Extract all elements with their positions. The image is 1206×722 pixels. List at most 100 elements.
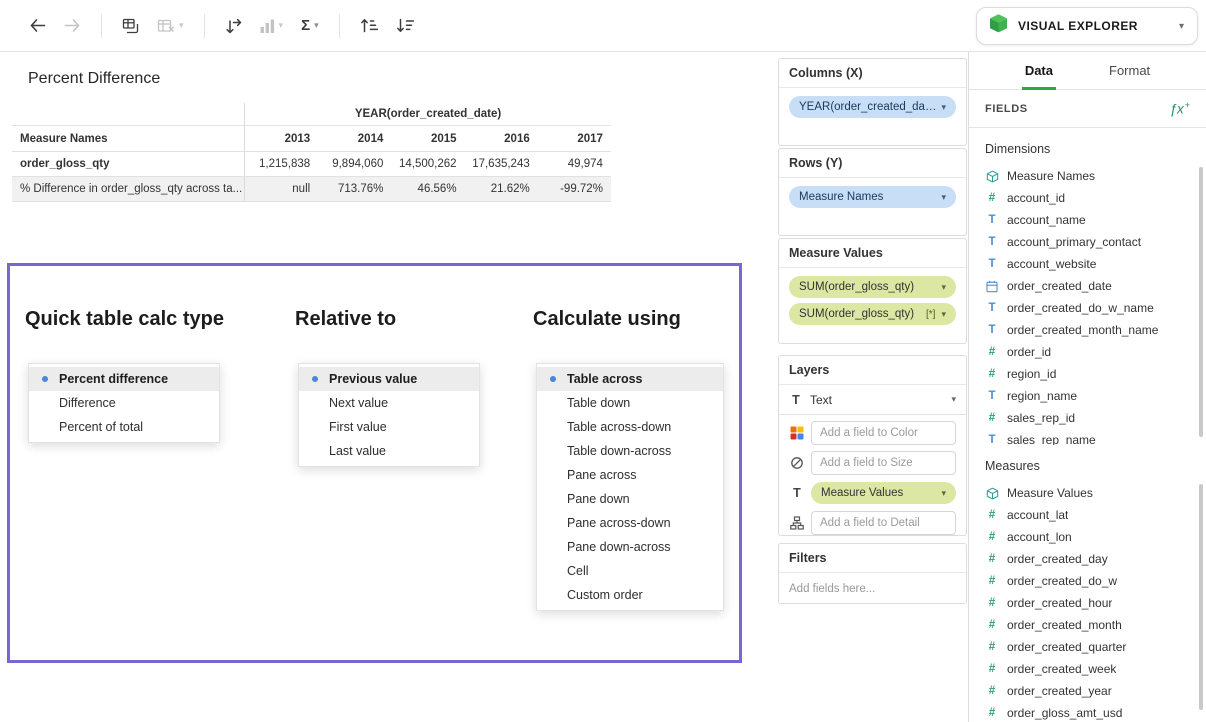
pill-label: Measure Names <box>799 191 937 203</box>
rows-pill[interactable]: Measure Names ▾ <box>789 186 956 208</box>
calc-option[interactable]: Cell <box>537 559 723 583</box>
calc-option[interactable]: Table across <box>537 367 723 391</box>
viz-title: Percent Difference <box>28 70 160 88</box>
field-item-account_lon[interactable]: #account_lon <box>969 526 1206 548</box>
number-icon: # <box>985 641 999 653</box>
field-item-Measure Values[interactable]: Measure Values <box>969 482 1206 504</box>
calc-option[interactable]: Previous value <box>299 367 479 391</box>
calc-option[interactable]: Difference <box>29 391 219 415</box>
pill-label: SUM(order_gloss_qty) <box>799 281 937 293</box>
calc-option[interactable]: Custom order <box>537 583 723 607</box>
table-value-cell: 1,215,838 <box>245 152 318 176</box>
field-label: account_id <box>1007 191 1065 205</box>
relative-to-list: Previous valueNext valueFirst valueLast … <box>298 363 480 467</box>
number-icon: # <box>985 346 999 358</box>
caret-down-icon: ▾ <box>941 282 946 293</box>
columns-shelf-dropzone[interactable]: YEAR(order_created_date) ▾ <box>779 88 966 126</box>
field-item-order_created_do_w_name[interactable]: Torder_created_do_w_name <box>969 297 1206 319</box>
measure-values-title: Measure Values <box>779 239 966 268</box>
measure-pill-1[interactable]: SUM(order_gloss_qty) ▾ <box>789 276 956 298</box>
field-item-order_gloss_amt_usd[interactable]: #order_gloss_amt_usd <box>969 702 1206 722</box>
field-item-order_created_quarter[interactable]: #order_created_quarter <box>969 636 1206 658</box>
cube-icon <box>985 487 999 500</box>
field-item-account_website[interactable]: Taccount_website <box>969 253 1206 275</box>
field-item-account_name[interactable]: Taccount_name <box>969 209 1206 231</box>
layer-text-pill[interactable]: Measure Values▾ <box>811 482 956 504</box>
field-item-order_created_week[interactable]: #order_created_week <box>969 658 1206 680</box>
chevron-down-icon: ▾ <box>1167 21 1184 32</box>
field-item-account_id[interactable]: #account_id <box>969 187 1206 209</box>
layer-type-select[interactable]: T Text ▾ <box>779 385 966 414</box>
measure-values-dropzone[interactable]: SUM(order_gloss_qty) ▾ SUM(order_gloss_q… <box>779 268 966 333</box>
pill-badge: [*] <box>926 309 935 320</box>
field-item-order_id[interactable]: #order_id <box>969 341 1206 363</box>
field-item-sales_rep_name[interactable]: Tsales_rep_name <box>969 429 1206 445</box>
pill-label: YEAR(order_created_date) <box>799 101 937 113</box>
field-item-order_created_date[interactable]: order_created_date <box>969 275 1206 297</box>
measure-pill-2[interactable]: SUM(order_gloss_qty) [*] ▾ <box>789 303 956 325</box>
back-button[interactable] <box>20 10 55 42</box>
filters-shelf: Filters Add fields here... <box>778 543 967 604</box>
chart-type-button: ▾ <box>251 10 293 42</box>
field-label: sales_rep_name <box>1007 433 1096 445</box>
calc-option[interactable]: Pane down-across <box>537 535 723 559</box>
field-item-region_id[interactable]: #region_id <box>969 363 1206 385</box>
field-item-region_name[interactable]: Tregion_name <box>969 385 1206 407</box>
layer-detail-dropzone[interactable]: Add a field to Detail <box>811 511 956 535</box>
calc-option[interactable]: Last value <box>299 439 479 463</box>
calc-option[interactable]: Pane across-down <box>537 511 723 535</box>
aggregate-button[interactable]: Σ▾ <box>292 10 328 42</box>
field-item-order_created_do_w[interactable]: #order_created_do_w <box>969 570 1206 592</box>
field-item-order_created_month_name[interactable]: Torder_created_month_name <box>969 319 1206 341</box>
forward-button <box>55 10 90 42</box>
rows-shelf-title: Rows (Y) <box>779 149 966 178</box>
rows-shelf: Rows (Y) Measure Names ▾ <box>778 148 967 236</box>
calc-option[interactable]: Table down-across <box>537 439 723 463</box>
number-icon: # <box>985 619 999 631</box>
number-icon: # <box>985 509 999 521</box>
swap-axes-button[interactable] <box>216 10 251 42</box>
filters-dropzone[interactable]: Add fields here... <box>779 573 966 605</box>
calc-option[interactable]: Table across-down <box>537 415 723 439</box>
layer-target-row: Add a field to Detail <box>789 511 956 535</box>
field-item-order_created_hour[interactable]: #order_created_hour <box>969 592 1206 614</box>
layer-size-dropzone[interactable]: Add a field to Size <box>811 451 956 475</box>
scrollbar-thumb[interactable] <box>1199 484 1203 710</box>
calc-option[interactable]: Table down <box>537 391 723 415</box>
layers-title: Layers <box>779 356 966 385</box>
add-formula-icon[interactable]: ƒx <box>1169 101 1190 116</box>
field-item-order_created_year[interactable]: #order_created_year <box>969 680 1206 702</box>
field-item-order_created_month[interactable]: #order_created_month <box>969 614 1206 636</box>
app-switcher-button[interactable]: VISUAL EXPLORER ▾ <box>976 7 1198 45</box>
caret-down-icon: ▾ <box>941 102 946 113</box>
scrollbar-thumb[interactable] <box>1199 167 1203 437</box>
calc-option[interactable]: Next value <box>299 391 479 415</box>
field-label: order_created_month_name <box>1007 323 1158 337</box>
tab-data[interactable]: Data <box>1022 52 1056 89</box>
calc-option[interactable]: Pane across <box>537 463 723 487</box>
field-item-order_created_day[interactable]: #order_created_day <box>969 548 1206 570</box>
calc-option[interactable]: Percent difference <box>29 367 219 391</box>
field-item-account_lat[interactable]: #account_lat <box>969 504 1206 526</box>
visual-explorer-logo-icon <box>988 13 1009 39</box>
filters-title: Filters <box>779 544 966 573</box>
tab-format[interactable]: Format <box>1106 52 1153 89</box>
text-icon: T <box>985 390 999 402</box>
field-item-account_primary_contact[interactable]: Taccount_primary_contact <box>969 231 1206 253</box>
number-icon: # <box>985 412 999 424</box>
field-item-sales_rep_id[interactable]: #sales_rep_id <box>969 407 1206 429</box>
sort-descending-button[interactable] <box>387 10 423 42</box>
layer-color-dropzone[interactable]: Add a field to Color <box>811 421 956 445</box>
calc-option[interactable]: Pane down <box>537 487 723 511</box>
shelf-panel: Columns (X) YEAR(order_created_date) ▾ R… <box>775 52 968 722</box>
sort-ascending-button[interactable] <box>351 10 387 42</box>
calc-option[interactable]: Percent of total <box>29 415 219 439</box>
size-icon <box>789 455 805 471</box>
cube-icon <box>985 170 999 183</box>
calc-type-list: Percent differenceDifferencePercent of t… <box>28 363 220 443</box>
duplicate-table-button[interactable] <box>113 10 148 42</box>
field-item-Measure Names[interactable]: Measure Names <box>969 165 1206 187</box>
rows-shelf-dropzone[interactable]: Measure Names ▾ <box>779 178 966 216</box>
columns-pill[interactable]: YEAR(order_created_date) ▾ <box>789 96 956 118</box>
calc-option[interactable]: First value <box>299 415 479 439</box>
